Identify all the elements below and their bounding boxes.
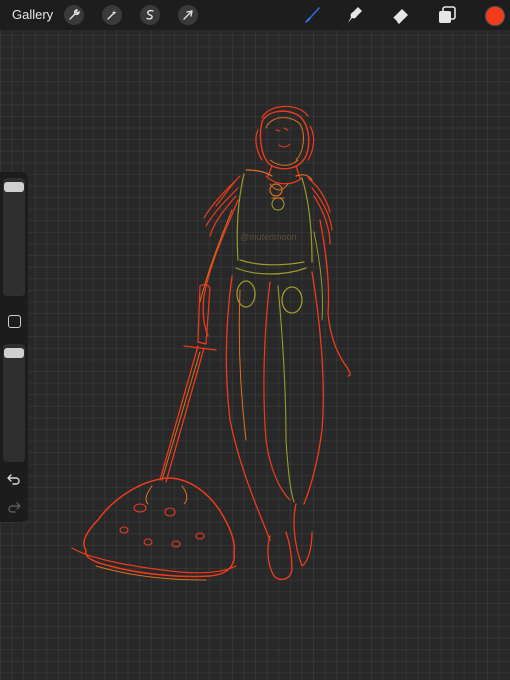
smudge-icon[interactable] — [343, 4, 365, 26]
brush-opacity-slider[interactable] — [3, 344, 25, 462]
redo-icon[interactable] — [7, 500, 21, 514]
selection-s-icon[interactable] — [140, 5, 160, 25]
left-sidebar — [0, 172, 28, 522]
modify-button-square-icon[interactable] — [8, 315, 21, 328]
brush-size-thumb[interactable] — [4, 182, 24, 192]
top-toolbar: Gallery — [0, 0, 510, 30]
undo-icon[interactable] — [7, 472, 21, 486]
brush-size-slider[interactable] — [3, 178, 25, 296]
color-picker-button[interactable] — [485, 6, 505, 26]
brush-icon[interactable] — [301, 4, 323, 26]
layers-icon[interactable] — [436, 4, 458, 26]
transform-arrow-icon[interactable] — [178, 5, 198, 25]
wrench-icon[interactable] — [64, 5, 84, 25]
magic-wand-icon[interactable] — [102, 5, 122, 25]
brush-opacity-thumb[interactable] — [4, 348, 24, 358]
watermark-text: @mutedmoon — [240, 232, 297, 242]
gallery-button[interactable]: Gallery — [12, 7, 53, 22]
sketch-drawing: @mutedmoon — [71, 105, 351, 581]
eraser-icon[interactable] — [389, 4, 411, 26]
